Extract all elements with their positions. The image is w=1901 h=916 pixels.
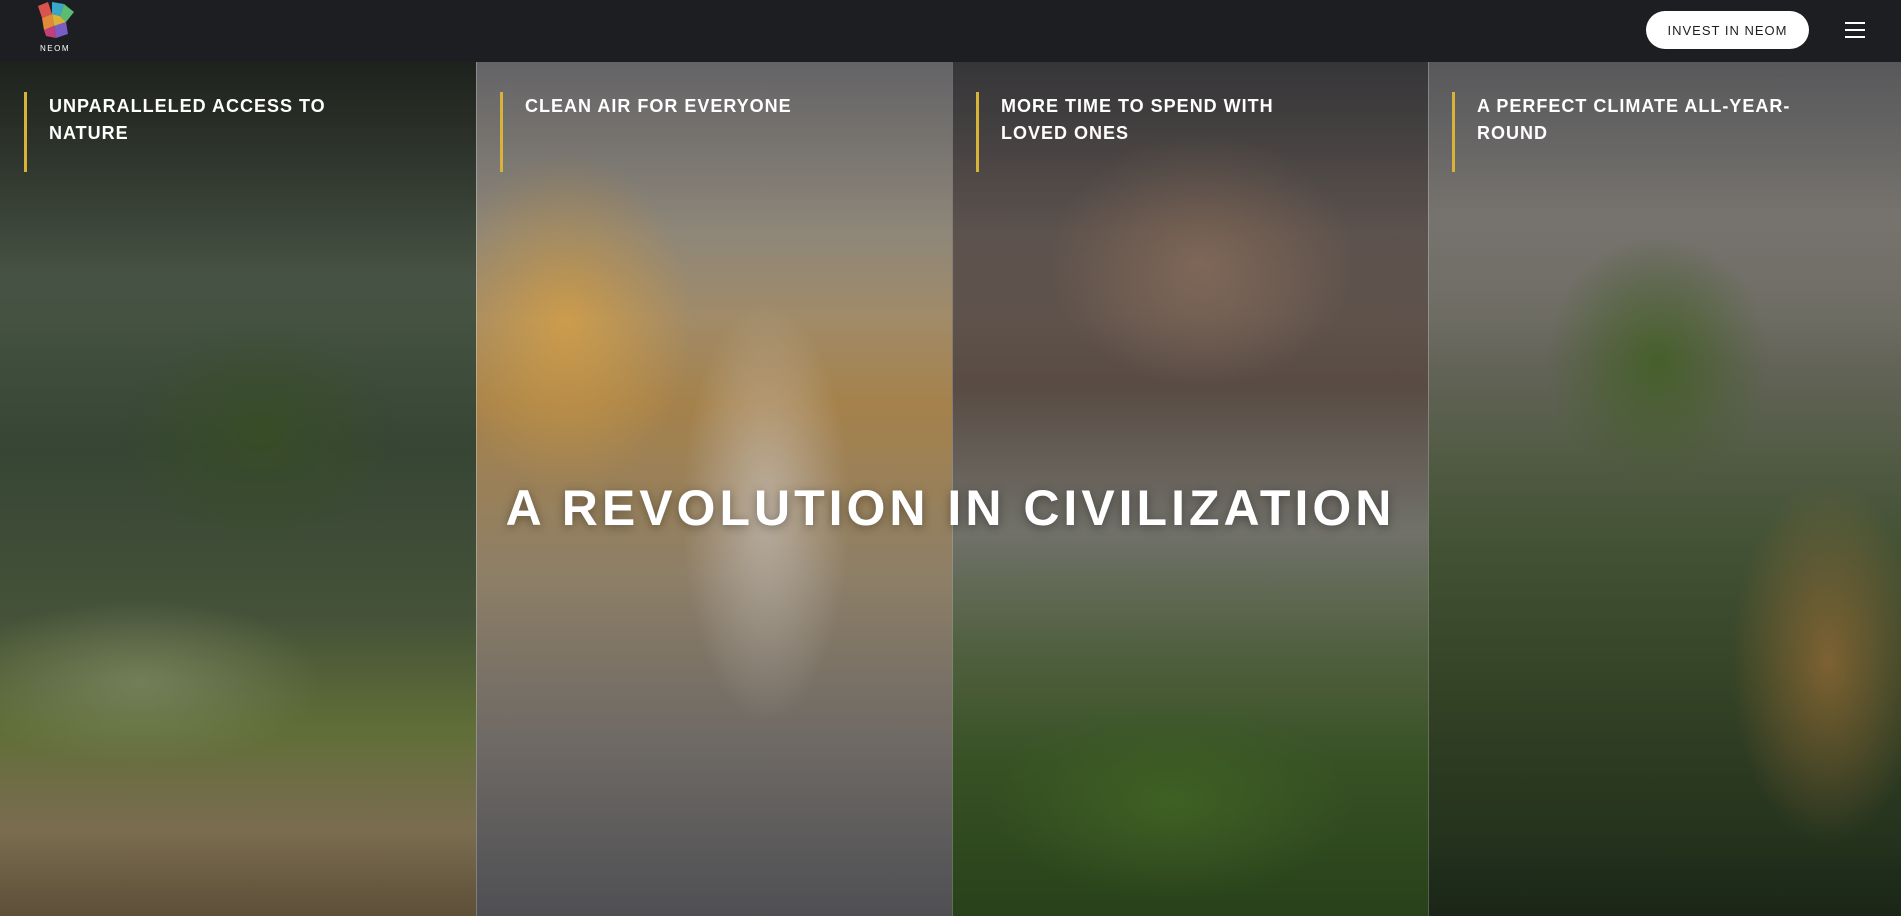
site-header: NEOM INVEST IN NEOM [0,0,1901,62]
panel-nature-title: UNPARALLELED ACCESS TO NATURE [49,96,326,143]
panel-clean-air-label: CLEAN AIR FOR EVERYONE [500,92,840,172]
neom-logo[interactable]: NEOM [32,0,78,56]
hamburger-menu-icon[interactable] [1845,22,1865,38]
panel-nature-label: UNPARALLELED ACCESS TO NATURE [24,92,364,172]
panel-climate-title: A PERFECT CLIMATE ALL-YEAR-ROUND [1477,96,1791,143]
panel-loved-ones-label: MORE TIME TO SPEND WITH LOVED ONES [976,92,1316,172]
panel-loved-ones-title: MORE TIME TO SPEND WITH LOVED ONES [1001,96,1274,143]
panel-clean-air-title: CLEAN AIR FOR EVERYONE [525,96,792,116]
hero-headline: A REVOLUTION IN CIVILIZATION [505,480,1396,536]
invest-in-neom-button[interactable]: INVEST IN NEOM [1646,11,1809,49]
neom-logo-icon [38,2,74,38]
panel-climate-label: A PERFECT CLIMATE ALL-YEAR-ROUND [1452,92,1792,172]
logo-wordmark: NEOM [40,44,70,53]
